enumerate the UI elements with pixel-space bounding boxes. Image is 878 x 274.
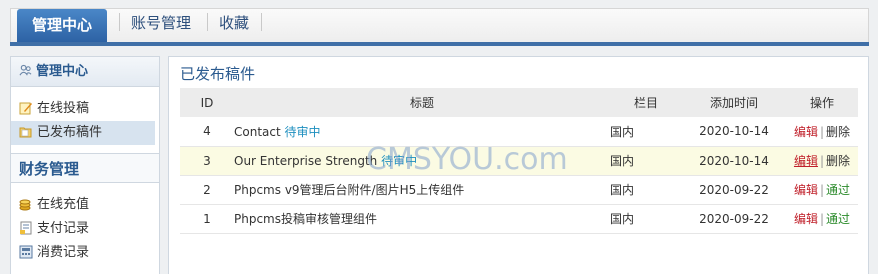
sidebar-item-label: 在线充值	[37, 197, 90, 212]
action-divider: |	[819, 212, 825, 226]
sidebar-item-label: 消费记录	[37, 245, 90, 260]
table-row: 4 Contact 待审中 国内 2020-10-14 编辑 | 删除	[180, 117, 858, 147]
sidebar-item-label: 支付记录	[37, 221, 90, 236]
tab-admin-center[interactable]: 管理中心	[17, 9, 107, 42]
page-title: 已发布稿件	[180, 65, 256, 83]
row-date: 2020-09-22	[682, 204, 786, 234]
table-row: 2 Phpcms v9管理后台附件/图片H5上传组件 国内 2020-09-22…	[180, 175, 858, 205]
nav-underline	[10, 42, 869, 46]
row-id: 2	[180, 175, 234, 205]
row-date: 2020-10-14	[682, 117, 786, 147]
sidebar: 管理中心 在线投稿 已发布稿件 财务管理 在线充值 支付记录 消费记录	[10, 56, 160, 274]
row-title-cell: Contact 待审中	[234, 117, 610, 147]
delete-link[interactable]: 删除	[826, 125, 850, 139]
action-divider: |	[819, 124, 825, 139]
users-icon	[19, 64, 32, 76]
tab-divider	[207, 13, 208, 31]
sidebar-item-payment-records[interactable]: 支付记录	[11, 217, 159, 241]
sidebar-item-label: 在线投稿	[37, 101, 90, 116]
delete-link[interactable]: 删除	[826, 154, 850, 168]
row-title-link[interactable]: Phpcms v9管理后台附件/图片H5上传组件	[234, 183, 464, 197]
row-id: 1	[180, 204, 234, 234]
row-actions: 编辑 | 删除	[786, 146, 858, 176]
table-row: 1 Phpcms投稿审核管理组件 国内 2020-09-22 编辑 | 通过	[180, 204, 858, 234]
row-category: 国内	[610, 204, 682, 234]
tab-divider	[261, 13, 262, 31]
row-title-link[interactable]: Our Enterprise Strength	[234, 154, 377, 168]
edit-link[interactable]: 编辑	[794, 125, 818, 139]
row-category: 国内	[610, 117, 682, 147]
tab-favorites[interactable]: 收藏	[219, 8, 249, 38]
approve-link[interactable]: 通过	[826, 183, 850, 197]
sidebar-item-recharge[interactable]: 在线充值	[11, 193, 159, 217]
row-date: 2020-09-22	[682, 175, 786, 205]
coins-icon	[19, 199, 31, 211]
edit-note-icon	[19, 102, 32, 115]
document-icon	[20, 221, 32, 235]
row-actions: 编辑 | 删除	[786, 117, 858, 147]
row-category: 国内	[610, 175, 682, 205]
calculator-icon	[19, 245, 33, 259]
row-id: 3	[180, 146, 234, 176]
main-panel: 已发布稿件 ID 标题 栏目 添加时间 操作 4 Contact 待审中 国内 …	[168, 56, 869, 274]
tab-divider	[119, 13, 120, 31]
edit-link[interactable]: 编辑	[794, 154, 818, 168]
column-header-id: ID	[180, 88, 234, 117]
column-header-date: 添加时间	[682, 88, 786, 117]
sidebar-group-finance: 财务管理	[11, 153, 159, 183]
row-title-link[interactable]: Contact	[234, 125, 281, 139]
tab-account[interactable]: 账号管理	[131, 8, 191, 38]
table-row: 3 Our Enterprise Strength 待审中 国内 2020-10…	[180, 146, 858, 176]
status-badge: 待审中	[284, 124, 321, 139]
action-divider: |	[819, 154, 825, 168]
column-header-category: 栏目	[610, 88, 682, 117]
row-date: 2020-10-14	[682, 146, 786, 176]
column-header-actions: 操作	[786, 88, 858, 117]
row-actions: 编辑 | 通过	[786, 204, 858, 234]
row-title-cell: Our Enterprise Strength 待审中	[234, 146, 610, 176]
folder-icon	[19, 127, 32, 138]
row-category: 国内	[610, 146, 682, 176]
row-title-cell: Phpcms投稿审核管理组件	[234, 204, 610, 234]
sidebar-item-published[interactable]: 已发布稿件	[11, 121, 155, 145]
status-badge: 待审中	[381, 154, 418, 168]
table-header-row: ID 标题 栏目 添加时间 操作	[180, 88, 858, 117]
row-title-cell: Phpcms v9管理后台附件/图片H5上传组件	[234, 175, 610, 205]
sidebar-item-consumption-records[interactable]: 消费记录	[11, 241, 159, 265]
edit-link[interactable]: 编辑	[794, 183, 818, 197]
articles-table: ID 标题 栏目 添加时间 操作 4 Contact 待审中 国内 2020-1…	[180, 88, 858, 234]
action-divider: |	[819, 183, 825, 197]
row-actions: 编辑 | 通过	[786, 175, 858, 205]
column-header-title: 标题	[234, 88, 610, 117]
sidebar-header: 管理中心	[11, 57, 159, 87]
sidebar-header-label: 管理中心	[36, 64, 89, 79]
row-id: 4	[180, 117, 234, 147]
sidebar-item-label: 已发布稿件	[37, 125, 103, 140]
row-title-link[interactable]: Phpcms投稿审核管理组件	[234, 212, 377, 226]
edit-link[interactable]: 编辑	[794, 212, 818, 226]
approve-link[interactable]: 通过	[826, 212, 850, 226]
sidebar-item-submit[interactable]: 在线投稿	[11, 97, 159, 121]
